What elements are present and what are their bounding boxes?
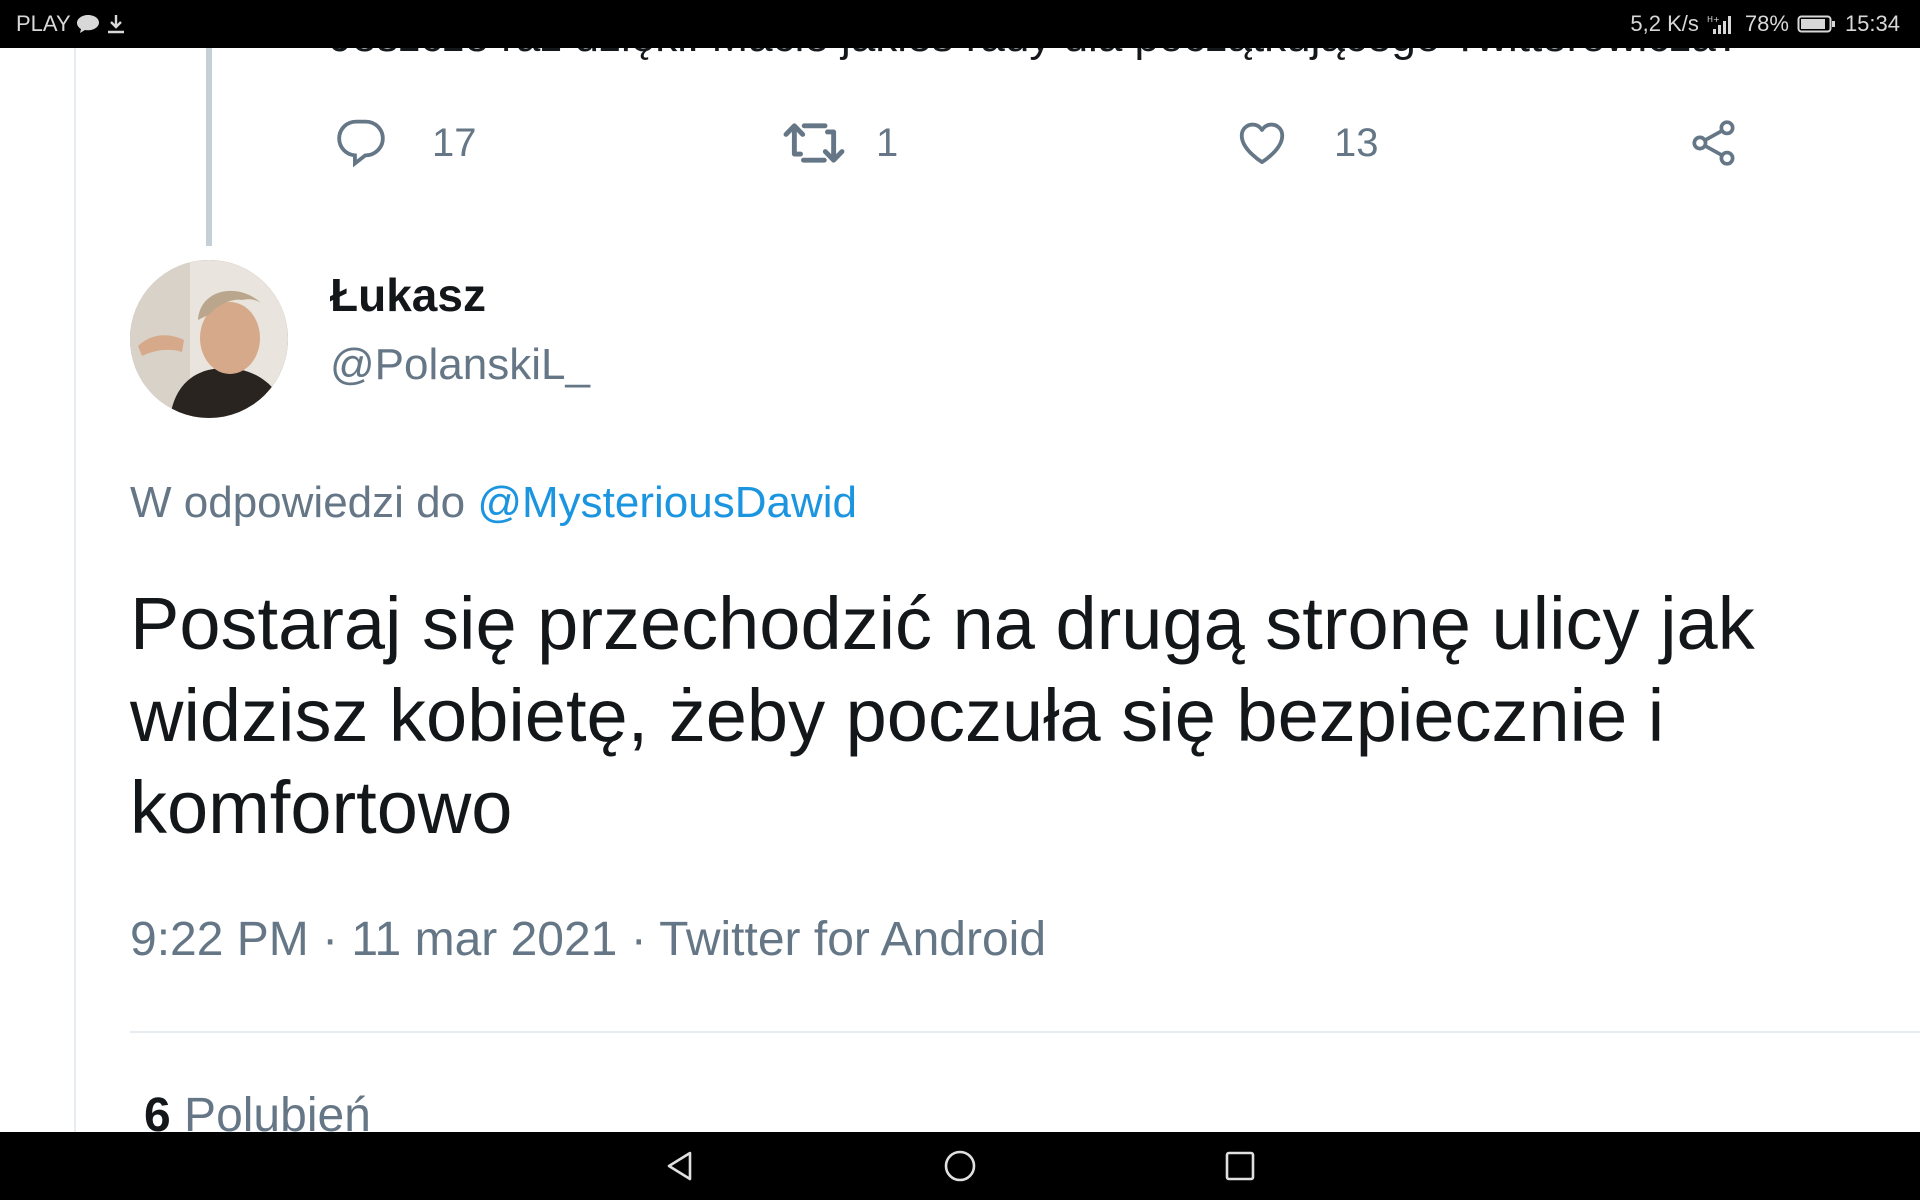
reply-icon [337,119,385,168]
reply-prefix: W odpowiedzi do [130,478,466,527]
back-icon [667,1151,692,1181]
avatar[interactable] [130,260,288,418]
retweet-count: 1 [876,120,899,165]
tweet-client-link[interactable]: Twitter for Android [659,913,1046,966]
column-border [74,48,76,1132]
retweet-icon [783,123,845,163]
share-button[interactable] [1688,116,1740,170]
svg-text:H+: H+ [1707,15,1720,24]
tweet-meta: 9:22 PM · 11 mar 2021 · Twitter for Andr… [130,912,1046,967]
battery-percent: 78% [1744,11,1789,36]
back-button[interactable] [660,1146,700,1186]
reply-count: 17 [432,120,477,165]
chat-bubble-icon [75,13,101,35]
reply-button[interactable]: 17 [334,116,477,170]
net-speed: 5,2 K/s [1630,11,1699,36]
likes-stat[interactable]: 6 Polubień [144,1088,371,1132]
retweet-button[interactable]: 1 [782,116,898,170]
display-name[interactable]: Łukasz [330,268,486,322]
home-icon [944,1150,976,1182]
home-button[interactable] [940,1146,980,1186]
status-bar-left: PLAY [16,11,127,37]
recents-icon [1225,1151,1255,1181]
tweet-thread: Jeszcze raz dzięki. Macie jakieś rady dl… [0,48,1920,1132]
reply-context: W odpowiedzi do @MysteriousDawid [130,478,857,528]
like-button[interactable]: 13 [1234,116,1379,170]
tweet-text: Postaraj się przechodzić na drugą stronę… [130,582,1755,849]
reply-mention-link[interactable]: @MysteriousDawid [477,478,857,527]
avatar-photo [130,260,288,418]
status-bar-right: 5,2 K/s H+ 78% 15:34 [1630,11,1900,37]
previous-tweet-text: Jeszcze raz dzięki. Macie jakieś rady dl… [330,48,1920,62]
signal-icon: H+ [1707,13,1737,35]
status-bar: PLAY 5,2 K/s H+ 78% 15:34 [0,0,1920,48]
download-icon [105,13,127,35]
clock: 15:34 [1844,11,1900,36]
meta-separator: · [308,913,352,966]
navigation-bar [0,1132,1920,1200]
meta-separator: · [617,913,660,966]
share-icon [1692,120,1735,166]
thread-connector-line [206,48,212,246]
heart-icon [1239,122,1285,165]
carrier-label: PLAY [16,11,71,36]
tweet-time[interactable]: 9:22 PM [130,913,309,966]
like-count: 13 [1334,120,1379,165]
recents-button[interactable] [1220,1146,1260,1186]
user-handle[interactable]: @PolanskiL_ [330,340,590,390]
divider [130,1031,1920,1033]
likes-label: Polubień [184,1089,371,1132]
likes-count: 6 [144,1089,171,1132]
battery-icon [1797,13,1837,35]
tweet-date[interactable]: 11 mar 2021 [351,913,617,966]
